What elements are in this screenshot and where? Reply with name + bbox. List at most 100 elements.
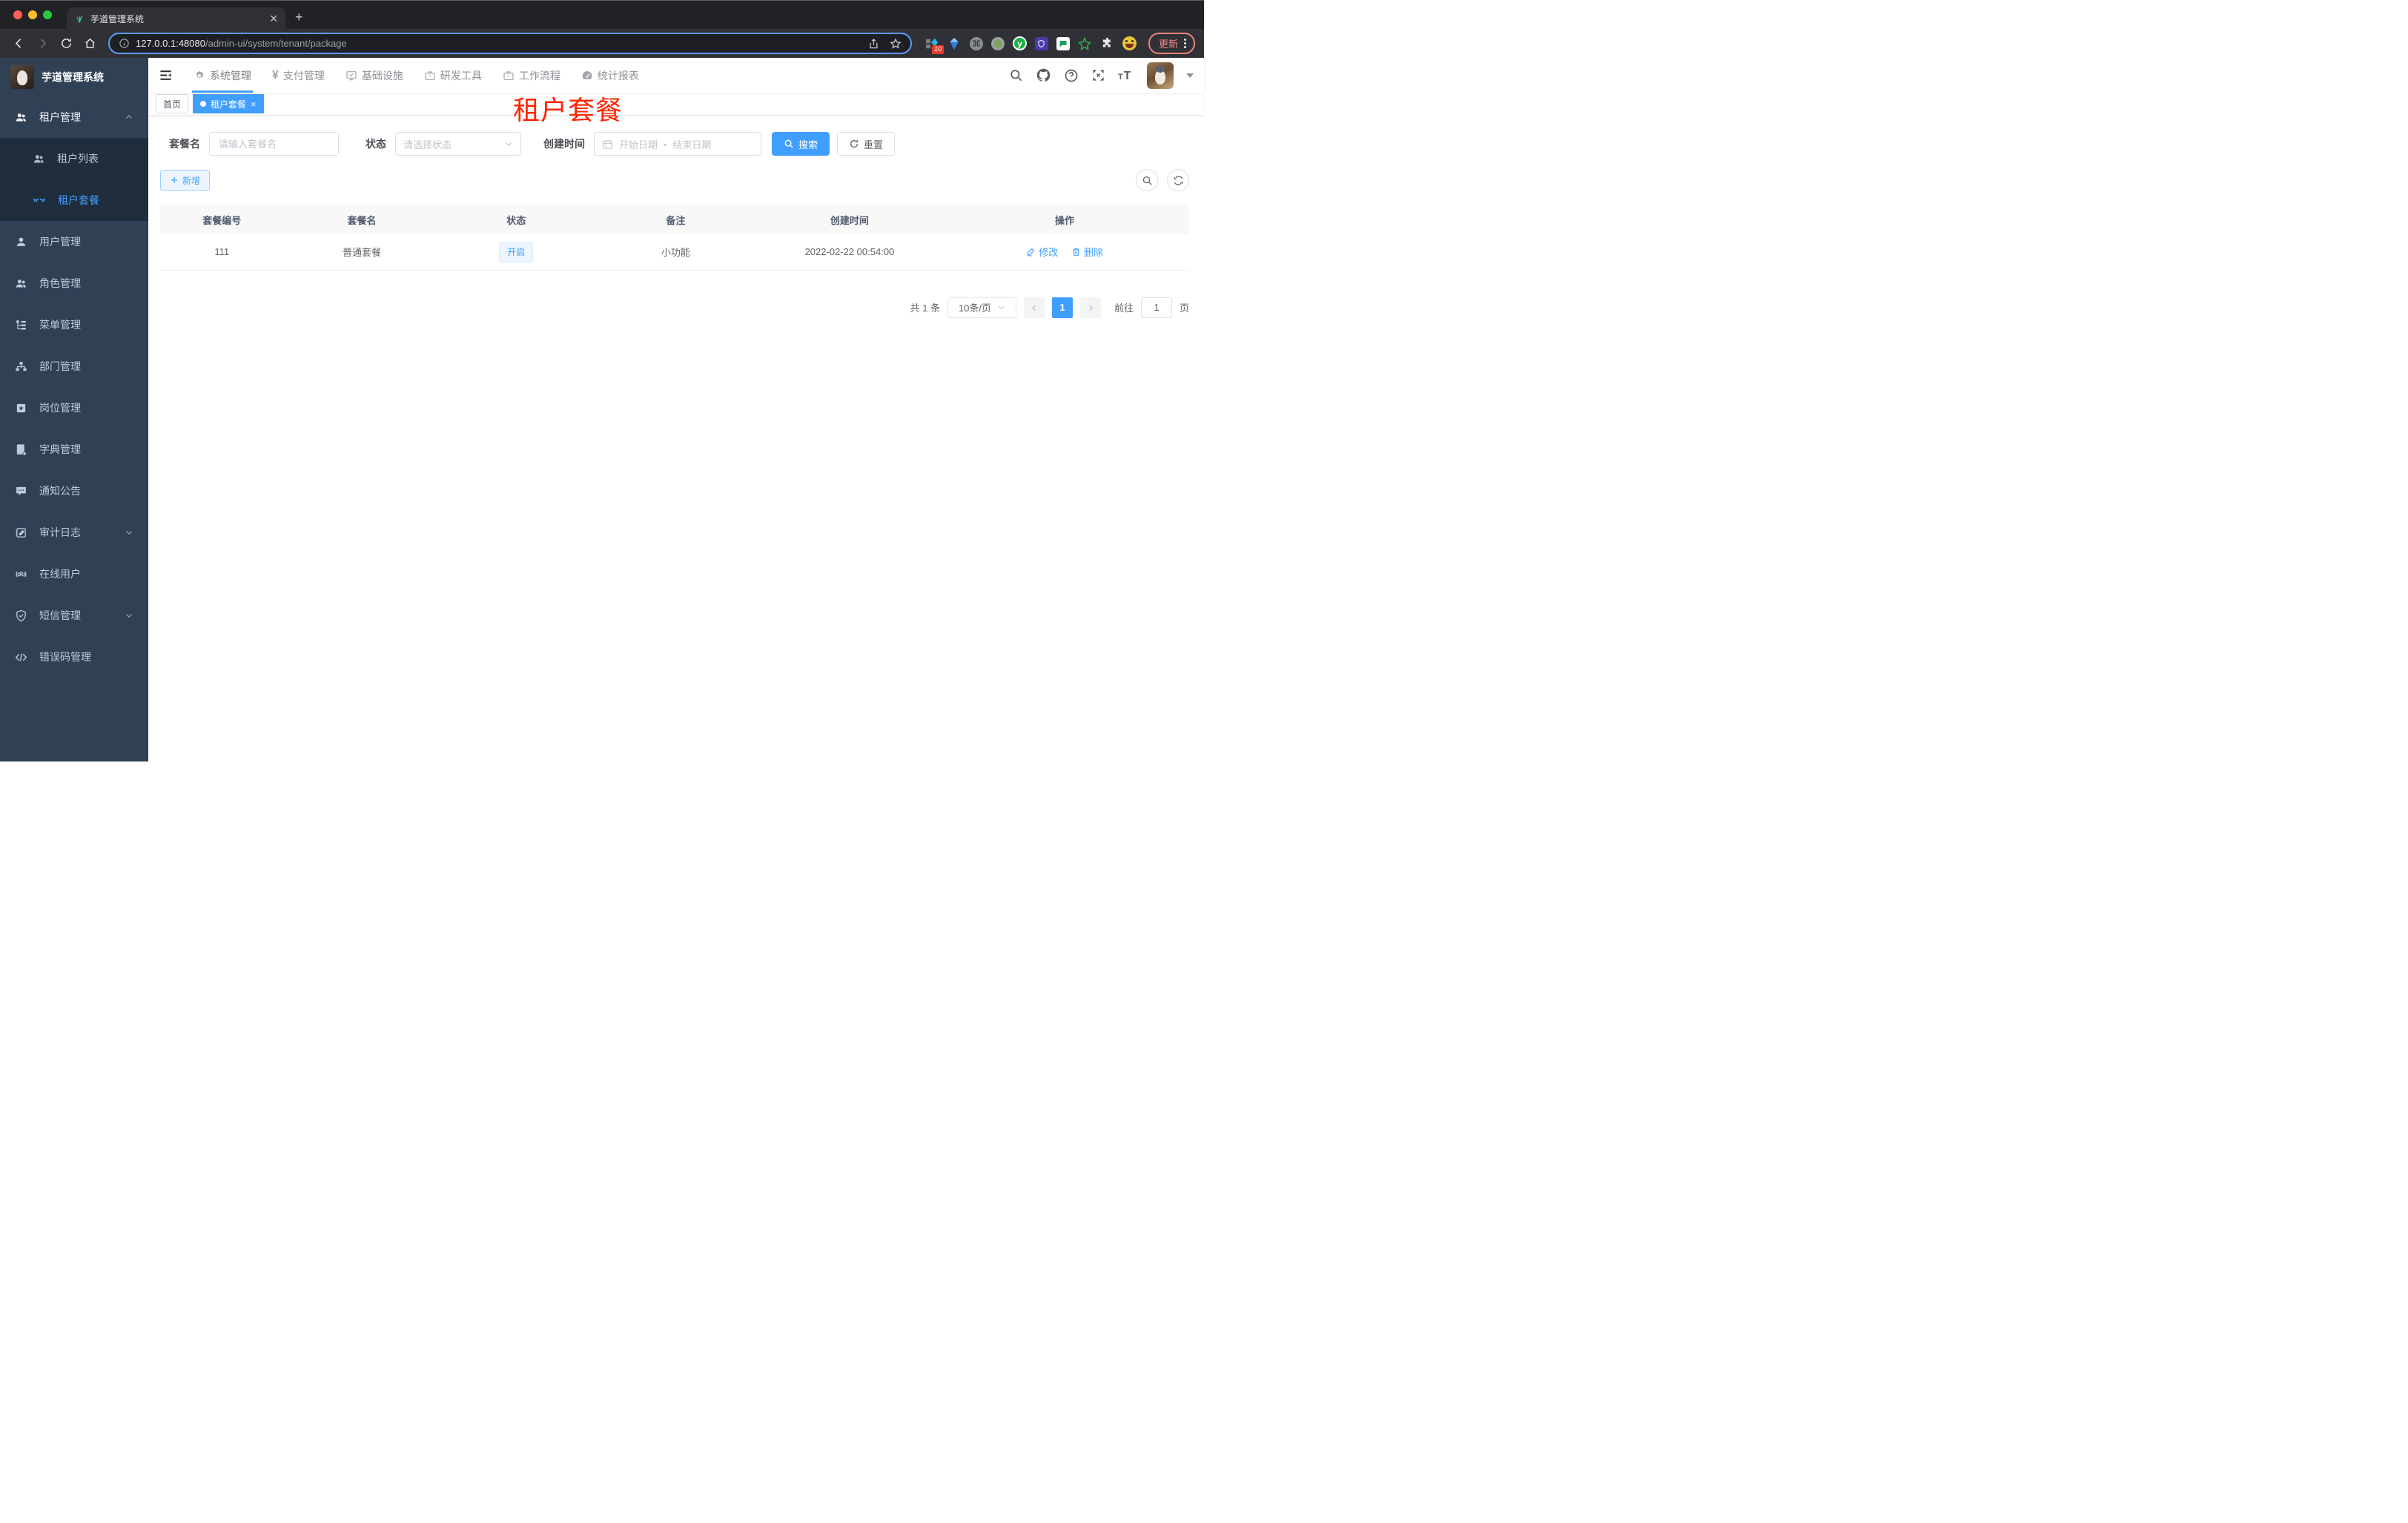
trash-icon (1073, 248, 1079, 257)
sidebar-item-sms-management[interactable]: 短信管理 (0, 595, 148, 636)
app-logo (10, 65, 34, 89)
github-icon[interactable] (1036, 67, 1051, 83)
tag-label: 租户套餐 (211, 99, 247, 110)
sidebar-item-audit-log[interactable]: 审计日志 (0, 512, 148, 553)
goto-label: 前往 (1114, 303, 1134, 314)
share-icon[interactable] (868, 38, 879, 50)
sidebar-item-tenant-management[interactable]: 租户管理 (0, 96, 148, 138)
edit-label: 修改 (1039, 247, 1059, 259)
nav-item-infra[interactable]: 基础设施 (335, 58, 414, 93)
user-menu-caret-icon[interactable] (1186, 73, 1194, 78)
user-avatar[interactable] (1147, 62, 1174, 89)
tab-close-icon[interactable]: ✕ (269, 13, 278, 24)
code-icon (15, 653, 27, 661)
toggle-search-button[interactable] (1136, 169, 1158, 191)
browser-menu-icon[interactable] (1184, 39, 1186, 48)
refresh-icon (850, 139, 859, 148)
sidebar-item-post-management[interactable]: 岗位管理 (0, 387, 148, 429)
site-info-icon[interactable] (119, 38, 130, 49)
search-icon[interactable] (1009, 68, 1023, 82)
tag-tenant-package[interactable]: 租户套餐 × (193, 94, 264, 113)
extension-gray-circle-icon[interactable] (990, 36, 1005, 50)
next-page-button[interactable] (1079, 297, 1101, 318)
nav-item-workflow[interactable]: 工作流程 (492, 58, 571, 93)
sidebar-item-label: 字典管理 (39, 443, 81, 455)
col-header-package-name: 套餐名 (283, 205, 440, 234)
page-number-active[interactable]: 1 (1051, 297, 1073, 318)
url-text[interactable]: 127.0.0.1:48080/admin-ui/system/tenant/p… (136, 38, 347, 49)
extension-gem-icon[interactable] (947, 36, 962, 50)
prev-page-button[interactable] (1023, 297, 1045, 318)
maximize-window-button[interactable] (43, 10, 52, 19)
url-bar[interactable]: 127.0.0.1:48080/admin-ui/system/tenant/p… (108, 33, 912, 54)
extension-emoji-icon[interactable] (1122, 36, 1137, 50)
top-nav: 系统管理 ¥ 支付管理 基础设施 研发工具 工作流程 统计报表 (183, 58, 649, 93)
extensions-area: 10 ⌘ y (921, 36, 1141, 54)
close-window-button[interactable] (13, 10, 22, 19)
extension-command-icon[interactable]: ⌘ (969, 36, 983, 50)
sidebar-item-user-management[interactable]: 用户管理 (0, 221, 148, 262)
nav-item-pay[interactable]: ¥ 支付管理 (262, 58, 335, 93)
forward-button[interactable] (33, 34, 52, 53)
status-select[interactable]: 请选择状态 (395, 132, 521, 156)
sidebar-item-dept-management[interactable]: 部门管理 (0, 346, 148, 387)
delete-label: 删除 (1083, 247, 1103, 259)
delete-link[interactable]: 删除 (1071, 245, 1103, 259)
url-host: 127.0.0.1:48080 (136, 38, 205, 49)
sidebar-item-tenant-list[interactable]: 租户列表 (0, 138, 148, 179)
nav-item-report[interactable]: 统计报表 (571, 58, 649, 93)
cell-package-name: 普通套餐 (283, 234, 440, 271)
extension-tampermonkey-icon[interactable]: 10 (925, 36, 944, 54)
fullscreen-icon[interactable] (1091, 68, 1105, 82)
chevron-up-icon (126, 115, 132, 119)
tag-home[interactable]: 首页 (156, 94, 189, 113)
reload-button[interactable] (56, 34, 76, 53)
page-size-value: 10条/页 (958, 303, 991, 314)
col-header-created: 创建时间 (758, 205, 941, 234)
refresh-table-button[interactable] (1167, 169, 1189, 191)
nav-item-devtools[interactable]: 研发工具 (414, 58, 492, 93)
font-size-icon[interactable]: TT (1118, 69, 1134, 82)
extension-star-icon[interactable] (1078, 36, 1092, 50)
date-range-picker[interactable]: 开始日期 - 结束日期 (594, 132, 761, 156)
sidebar-item-errorcode-management[interactable]: 错误码管理 (0, 636, 148, 678)
bookmark-star-icon[interactable] (890, 37, 902, 50)
table-toolbar: 新增 (160, 169, 1189, 191)
edit-link[interactable]: 修改 (1026, 245, 1058, 259)
extension-y-icon[interactable]: y (1012, 36, 1027, 50)
search-button[interactable]: 搜索 (772, 132, 830, 156)
chevron-down-icon (126, 531, 132, 535)
search-label: 搜索 (798, 139, 818, 151)
refresh-icon (1174, 175, 1182, 185)
minimize-window-button[interactable] (28, 10, 37, 19)
browser-update-button[interactable]: 更新 (1148, 33, 1195, 54)
sidebar-item-menu-management[interactable]: 菜单管理 (0, 304, 148, 346)
sidebar-item-tenant-package[interactable]: 租户套餐 (0, 179, 148, 221)
help-icon[interactable] (1064, 68, 1079, 83)
sidebar-logo-row[interactable]: 芋道管理系统 (0, 58, 148, 96)
new-tab-button[interactable]: + (295, 10, 303, 24)
reset-button[interactable]: 重置 (837, 132, 896, 156)
goto-page-input[interactable] (1140, 297, 1172, 318)
window-controls[interactable] (13, 10, 52, 19)
browser-tab[interactable]: 芋道管理系统 ✕ (67, 7, 285, 30)
tag-close-icon[interactable]: × (251, 99, 257, 109)
page-size-select[interactable]: 10条/页 (947, 297, 1016, 318)
add-button[interactable]: 新增 (160, 170, 211, 191)
extension-shield-icon[interactable] (1034, 36, 1048, 50)
extensions-puzzle-icon[interactable] (1100, 36, 1114, 50)
sidebar-fold-icon[interactable] (159, 68, 173, 82)
sidebar-item-dict-management[interactable]: 字典管理 (0, 429, 148, 470)
sidebar-item-label: 租户套餐 (58, 194, 99, 206)
sidebar-item-role-management[interactable]: 角色管理 (0, 262, 148, 304)
sidebar-item-notice[interactable]: 通知公告 (0, 470, 148, 512)
nav-item-system[interactable]: 系统管理 (183, 58, 262, 93)
cell-package-id: 111 (160, 234, 284, 271)
sidebar-item-label: 角色管理 (39, 277, 81, 289)
home-button[interactable] (80, 34, 99, 53)
extension-chat-icon[interactable] (1056, 36, 1070, 50)
sidebar-item-online-users[interactable]: 在线用户 (0, 553, 148, 595)
back-button[interactable] (9, 34, 28, 53)
package-name-input[interactable] (209, 132, 339, 156)
app-header: 系统管理 ¥ 支付管理 基础设施 研发工具 工作流程 统计报表 T T (148, 58, 1204, 93)
